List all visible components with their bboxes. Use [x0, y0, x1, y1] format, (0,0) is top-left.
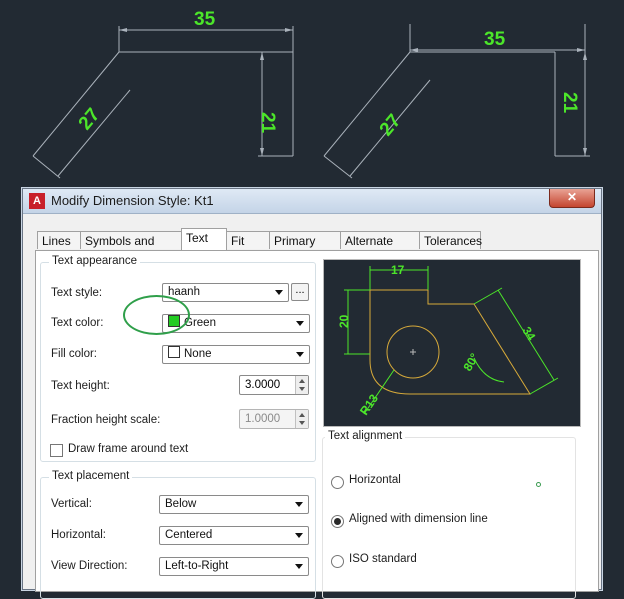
chevron-down-icon: [296, 321, 304, 326]
preview-dim-17: 17: [391, 263, 405, 277]
spinner-arrows-icon[interactable]: [295, 376, 308, 394]
preview-drawing: 17 20 34 80° R13: [337, 263, 559, 418]
color-swatch-icon: [168, 346, 180, 358]
chevron-down-icon: [295, 564, 303, 569]
text-alignment-title: Text alignment: [325, 430, 406, 442]
view-direction-label: View Direction:: [51, 560, 128, 572]
chevron-down-icon: [296, 352, 304, 357]
text-alignment-group: Text alignment Horizontal Aligned with d…: [322, 430, 576, 599]
preview-dim-34: 34: [519, 324, 538, 343]
spinner-arrows-icon: [295, 410, 308, 428]
preview-pane: 17 20 34 80° R13: [323, 259, 581, 427]
extension-line: [323, 155, 353, 179]
text-style-select[interactable]: haanh: [162, 283, 289, 302]
dim-text-side-left: 21: [257, 112, 278, 134]
draw-frame-checkbox[interactable]: [50, 444, 63, 457]
fill-color-label: Fill color:: [51, 348, 98, 360]
text-color-label: Text color:: [51, 317, 104, 329]
chevron-down-icon: [295, 533, 303, 538]
view-direction-select[interactable]: Left-to-Right: [159, 557, 309, 576]
shape-edge: [323, 51, 411, 157]
tab-text[interactable]: Text: [181, 228, 227, 250]
chevron-down-icon: [295, 502, 303, 507]
text-height-value: 3.0000: [245, 379, 281, 391]
autocad-icon: A: [29, 193, 45, 209]
alignment-aligned-label: Aligned with dimension line: [349, 513, 488, 525]
alignment-iso-label: ISO standard: [349, 553, 417, 565]
text-style-label: Text style:: [51, 287, 103, 299]
text-placement-group: Text placement Vertical: Below Horizonta…: [40, 470, 316, 599]
preview-part-outline: [369, 289, 531, 395]
alignment-iso-radio[interactable]: [331, 555, 344, 568]
tab-lines[interactable]: Lines: [37, 231, 81, 249]
cursor-dot-icon: [536, 482, 541, 487]
alignment-horizontal-label: Horizontal: [349, 474, 401, 486]
text-tab-panel: Text appearance Text style: haanh ... Te…: [35, 250, 599, 599]
horizontal-label: Horizontal:: [51, 529, 106, 541]
horizontal-value: Centered: [165, 529, 213, 541]
title-bar: A Modify Dimension Style: Kt1 ✕: [23, 189, 601, 214]
tab-tolerances[interactable]: Tolerances: [419, 231, 482, 249]
alignment-horizontal-radio[interactable]: [331, 476, 344, 489]
tab-fit[interactable]: Fit: [226, 231, 270, 249]
vertical-select[interactable]: Below: [159, 495, 309, 514]
dim-text-top-left: 35: [194, 9, 216, 30]
dim-text-top-right: 35: [484, 29, 506, 50]
modify-dimension-style-dialog: A Modify Dimension Style: Kt1 ✕ Lines Sy…: [22, 188, 602, 599]
fraction-height-value: 1.0000: [245, 413, 281, 425]
shape-edge: [32, 51, 120, 157]
dimension-line: [57, 89, 131, 177]
text-appearance-group: Text appearance Text style: haanh ... Te…: [40, 255, 316, 462]
text-style-browse-button[interactable]: ...: [291, 283, 309, 301]
draw-frame-label: Draw frame around text: [68, 443, 189, 455]
fill-color-select[interactable]: None: [162, 345, 310, 364]
dim-text-slant-left: 27: [75, 105, 105, 135]
horizontal-select[interactable]: Centered: [159, 526, 309, 545]
cad-drawing: 35 35 21 21 27 27: [32, 9, 590, 179]
vertical-value: Below: [165, 498, 197, 510]
extension-line: [32, 155, 61, 179]
dim-text-side-right: 21: [559, 92, 580, 114]
alignment-aligned-radio[interactable]: [331, 515, 344, 528]
text-style-value: haanh: [168, 286, 200, 298]
tab-alternate-units[interactable]: Alternate Units: [340, 231, 420, 266]
close-button[interactable]: ✕: [549, 189, 595, 208]
vertical-label: Vertical:: [51, 498, 92, 510]
preview-dim-20: 20: [337, 314, 351, 328]
text-height-label: Text height:: [51, 380, 110, 392]
tab-primary-units[interactable]: Primary Units: [269, 231, 341, 266]
text-placement-title: Text placement: [49, 470, 133, 482]
fill-color-value: None: [184, 348, 212, 360]
preview-dim-angle: 80°: [460, 351, 481, 374]
highlight-ellipse: [123, 295, 190, 335]
view-direction-value: Left-to-Right: [165, 560, 229, 572]
chevron-down-icon: [275, 290, 283, 295]
dialog-title: Modify Dimension Style: Kt1: [51, 193, 214, 208]
text-height-input[interactable]: 3.0000: [239, 375, 309, 395]
text-appearance-title: Text appearance: [49, 255, 141, 267]
fraction-height-input[interactable]: 1.0000: [239, 409, 309, 429]
preview-dim-radius: R13: [357, 391, 381, 417]
fraction-height-label: Fraction height scale:: [51, 414, 161, 426]
tab-symbols-and-arrows[interactable]: Symbols and Arrows: [80, 231, 182, 266]
